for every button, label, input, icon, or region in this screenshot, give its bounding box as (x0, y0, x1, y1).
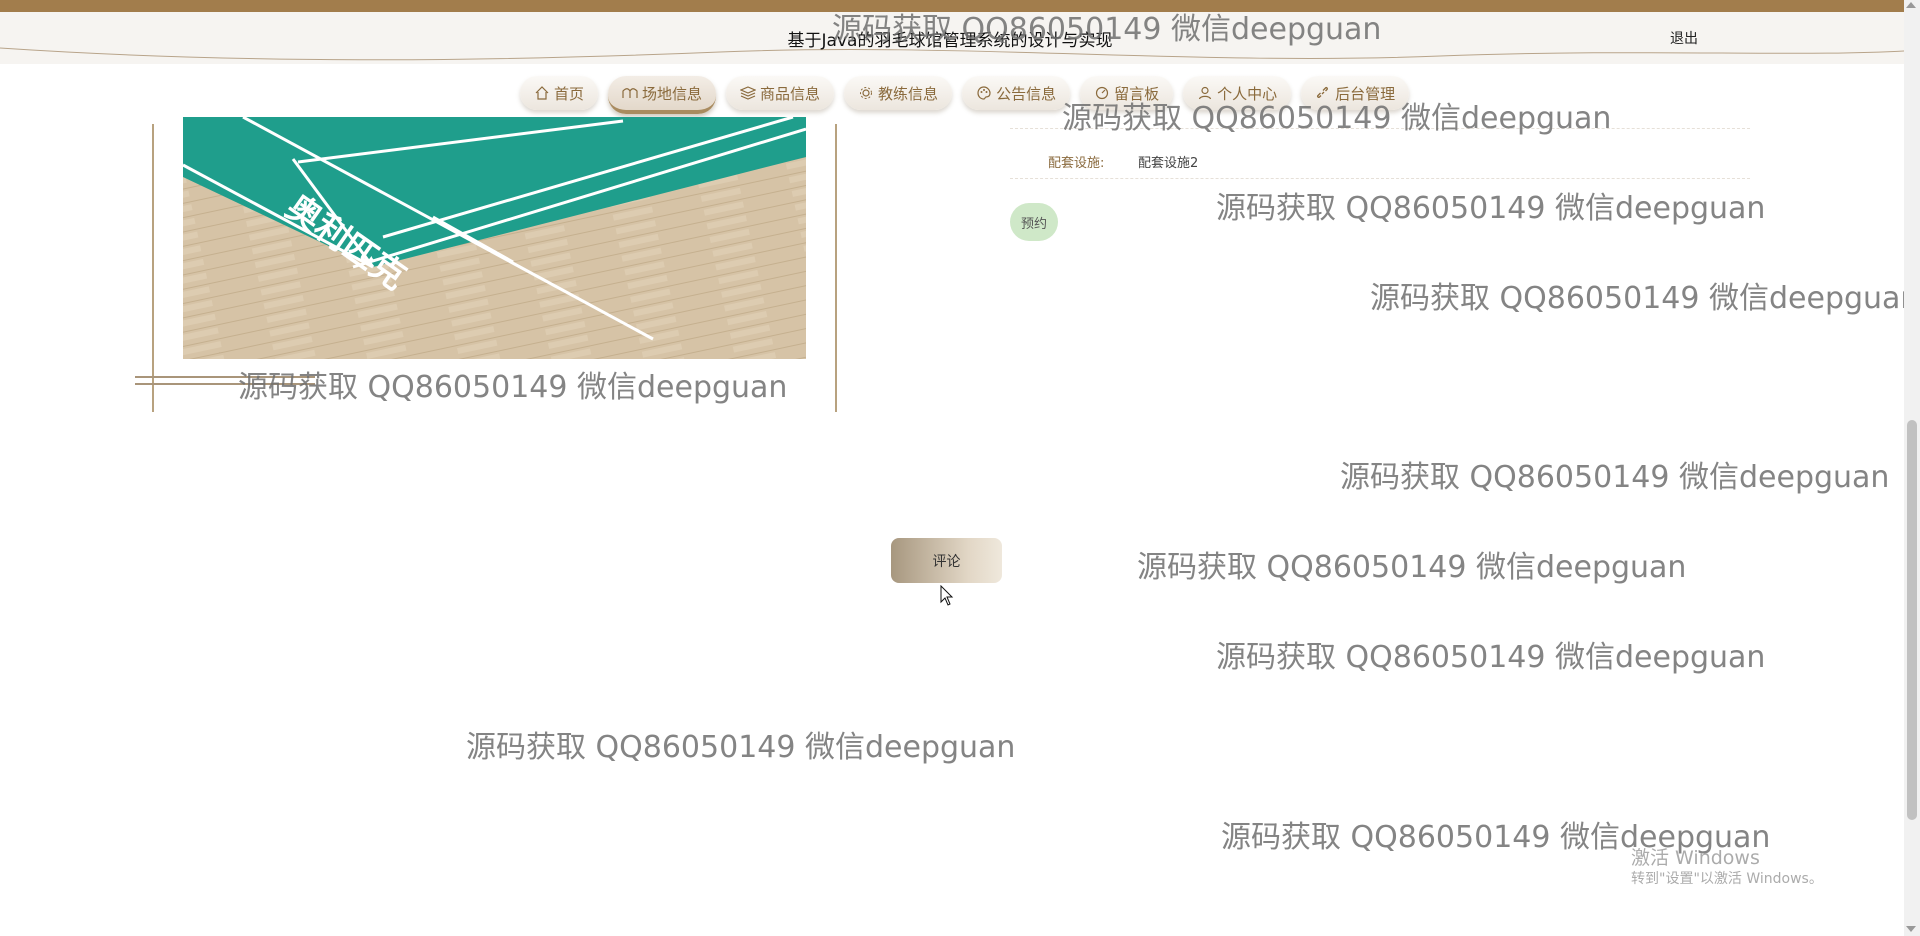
carousel-frame-right (835, 124, 837, 412)
scrollbar-thumb[interactable] (1907, 420, 1917, 820)
watermark: 源码获取 QQ86050149 微信deepguan (466, 730, 1016, 765)
user-icon (1197, 85, 1213, 101)
watermark: 源码获取 QQ86050149 微信deepguan (1216, 191, 1766, 226)
facility-label: 配套设施: (1048, 156, 1105, 171)
main-nav: 首页 场地信息 商品信息 教练信息 公告信息 留言板 个人中心 后台管理 (520, 76, 1410, 114)
watermark: 源码获取 QQ86050149 微信deepguan (1137, 550, 1687, 585)
watermark: 源码获取 QQ86050149 微信deepguan (1216, 640, 1766, 675)
watermark: 源码获取 QQ86050149 微信deepguan (238, 370, 788, 405)
top-accent-bar (0, 0, 1920, 12)
settings-icon (858, 85, 874, 101)
windows-activation-title: 激活 Windows (1631, 847, 1760, 869)
scroll-up-arrow-icon[interactable] (1906, 2, 1916, 8)
logout-button[interactable]: 退出 (1670, 28, 1698, 48)
facility-value: 配套设施2 (1138, 156, 1199, 171)
nav-item-venue[interactable]: 场地信息 (608, 76, 717, 114)
home-icon (534, 85, 550, 101)
court-image: 奥利匹克 (183, 117, 806, 359)
carousel-frame-left (152, 124, 154, 412)
nav-item-announcements[interactable]: 公告信息 (962, 76, 1071, 110)
layers-icon (740, 85, 757, 101)
detail-divider-bottom (1010, 178, 1750, 180)
venue-image-carousel[interactable]: 奥利匹克 (183, 117, 806, 359)
comment-button[interactable]: 评论 (891, 538, 1002, 583)
nav-item-label: 教练信息 (878, 84, 939, 103)
nav-item-label: 个人中心 (1217, 84, 1278, 103)
book-button[interactable]: 预约 (1010, 203, 1058, 241)
venue-icon (622, 85, 638, 101)
nav-item-label: 公告信息 (996, 84, 1057, 103)
nav-item-admin[interactable]: 后台管理 (1301, 76, 1410, 110)
watermark: 源码获取 QQ86050149 微信deepguan (1370, 281, 1920, 316)
nav-item-label: 后台管理 (1335, 84, 1396, 103)
palette-icon (976, 85, 992, 101)
nav-item-profile[interactable]: 个人中心 (1183, 76, 1292, 110)
nav-item-label: 场地信息 (642, 84, 703, 103)
nav-item-label: 商品信息 (760, 84, 821, 103)
page-title: 基于Java的羽毛球馆管理系统的设计与实现 (787, 31, 1113, 51)
gauge-icon (1094, 85, 1110, 101)
carousel-frame-lines (135, 376, 315, 390)
scroll-down-arrow-icon[interactable] (1906, 926, 1916, 932)
windows-activation-hint: 转到"设置"以激活 Windows。 (1631, 871, 1823, 887)
link-icon (1315, 85, 1331, 101)
nav-item-label: 首页 (554, 84, 585, 103)
nav-item-coaches[interactable]: 教练信息 (844, 76, 953, 110)
nav-item-products[interactable]: 商品信息 (726, 76, 835, 110)
watermark: 源码获取 QQ86050149 微信deepguan (1340, 460, 1890, 495)
mouse-cursor-icon (940, 585, 954, 606)
nav-item-label: 留言板 (1114, 84, 1160, 103)
detail-divider-top (1010, 128, 1750, 130)
nav-item-home[interactable]: 首页 (520, 76, 599, 110)
nav-item-message-board[interactable]: 留言板 (1080, 76, 1174, 110)
